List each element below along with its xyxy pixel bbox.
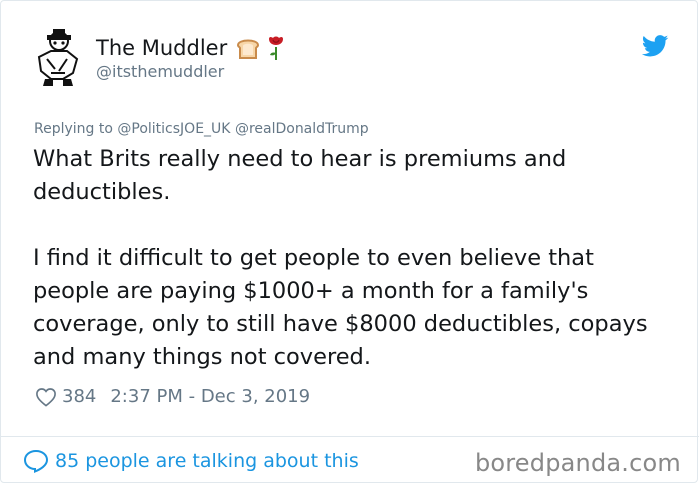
- like-count[interactable]: 384: [62, 386, 96, 407]
- divider: [1, 436, 699, 437]
- replying-to: Replying to @PoliticsJOE_UK @realDonaldT…: [34, 121, 369, 137]
- tweet-meta: 384 2:37 PM - Dec 3, 2019: [35, 386, 310, 407]
- tweet-card: The Muddler @itsthemuddler Replying to @…: [0, 0, 699, 483]
- mention-realdonaldtrump[interactable]: @realDonaldTrump: [235, 121, 369, 137]
- tweet-paragraph-1: What Brits really need to hear is premiu…: [33, 146, 567, 205]
- tweet-timestamp[interactable]: 2:37 PM - Dec 3, 2019: [110, 386, 310, 407]
- tweet-paragraph-2: I find it difficult to get people to eve…: [33, 245, 648, 370]
- watermark: boredpanda.com: [474, 449, 681, 477]
- avatar[interactable]: [33, 29, 83, 87]
- user-handle[interactable]: @itsthemuddler: [96, 62, 224, 81]
- mention-politicsjoe[interactable]: @PoliticsJOE_UK: [117, 121, 230, 137]
- rose-icon: [269, 36, 284, 60]
- speech-bubble-icon: [23, 449, 49, 473]
- twitter-bird-icon[interactable]: [642, 35, 669, 57]
- replying-prefix: Replying to: [34, 121, 113, 137]
- talking-link[interactable]: 85 people are talking about this: [23, 449, 359, 473]
- display-name[interactable]: The Muddler: [96, 35, 287, 61]
- display-name-text[interactable]: The Muddler: [96, 36, 227, 60]
- bread-icon: [237, 39, 260, 59]
- talking-text[interactable]: 85 people are talking about this: [55, 450, 359, 472]
- heart-icon[interactable]: [35, 387, 57, 407]
- tweet-text: What Brits really need to hear is premiu…: [33, 143, 673, 374]
